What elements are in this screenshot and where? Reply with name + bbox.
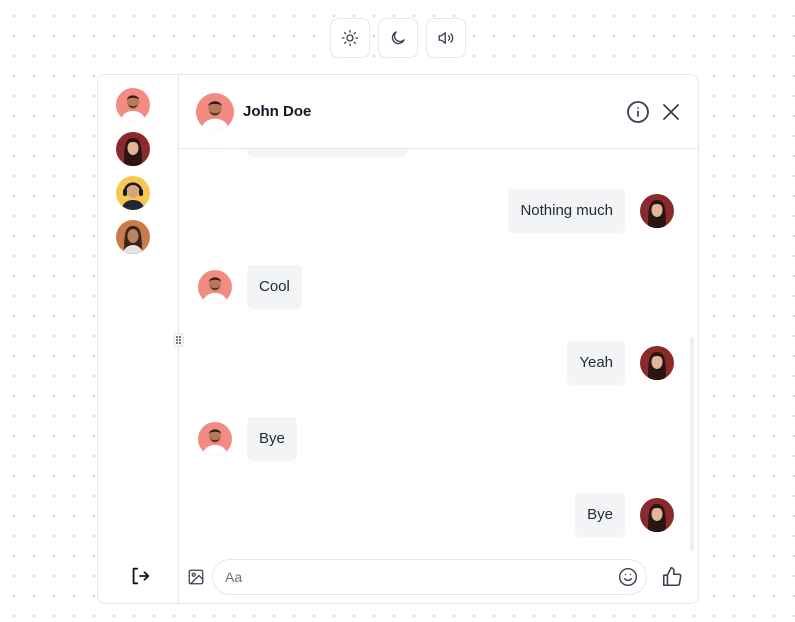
message-avatar <box>198 149 232 152</box>
moon-icon <box>391 31 405 45</box>
logout-icon <box>132 567 150 585</box>
message-input-container <box>212 559 647 595</box>
contact-avatar-4[interactable] <box>116 220 150 254</box>
like-button[interactable] <box>661 566 683 588</box>
man-avatar-icon <box>198 422 232 456</box>
top-toolbar <box>330 18 466 58</box>
dark-mode-button[interactable] <box>378 18 418 58</box>
header-avatar[interactable] <box>196 93 234 131</box>
message-bubble <box>247 149 407 157</box>
chat-header: John Doe <box>179 75 698 149</box>
woman-avatar-icon <box>640 346 674 380</box>
image-icon <box>188 569 204 585</box>
info-button[interactable] <box>626 100 650 124</box>
sun-icon <box>341 29 359 47</box>
info-icon <box>627 101 649 123</box>
headphones-avatar-icon <box>116 176 150 210</box>
woman-avatar-icon <box>640 194 674 228</box>
contacts-sidebar <box>98 75 179 603</box>
contact-name: John Doe <box>243 103 312 120</box>
message-bubble: Bye <box>247 417 297 461</box>
message-avatar <box>640 194 674 228</box>
man-avatar-icon <box>116 88 150 122</box>
message-incoming: Bye <box>198 417 297 461</box>
contact-avatar-2[interactable] <box>116 132 150 166</box>
man-avatar-icon <box>198 149 232 152</box>
message-avatar <box>198 270 232 304</box>
contact-avatar-3[interactable] <box>116 176 150 210</box>
attach-image-button[interactable] <box>187 568 205 586</box>
message-avatar <box>640 346 674 380</box>
message-bubble: Nothing much <box>508 189 625 233</box>
message-outgoing: Yeah <box>567 341 674 385</box>
sound-button[interactable] <box>426 18 466 58</box>
message-outgoing: Bye <box>575 493 674 537</box>
chat-panel: John Doe Nothing much Cool Yeah Bye Bye … <box>179 75 698 603</box>
smile-icon <box>618 567 638 587</box>
light-mode-button[interactable] <box>330 18 370 58</box>
message-bubble: Yeah <box>567 341 625 385</box>
woman-avatar-icon <box>640 498 674 532</box>
contact-avatar-john-doe[interactable] <box>116 88 150 122</box>
volume-icon <box>438 32 454 44</box>
contact-list <box>116 88 150 254</box>
message-avatar <box>198 422 232 456</box>
woman-avatar-icon <box>116 132 150 166</box>
close-button[interactable] <box>659 100 683 124</box>
message-outgoing: Nothing much <box>508 189 674 233</box>
message-incoming: Cool <box>198 265 302 309</box>
message-input[interactable] <box>225 560 605 594</box>
message-incoming <box>198 149 407 157</box>
message-avatar <box>640 498 674 532</box>
woman-smiling-avatar-icon <box>116 220 150 254</box>
thumbs-up-icon <box>662 567 682 587</box>
message-composer <box>179 553 698 603</box>
message-scrollbar[interactable] <box>690 337 694 551</box>
emoji-button[interactable] <box>618 567 638 587</box>
chat-window: John Doe Nothing much Cool Yeah Bye Bye … <box>97 74 699 604</box>
logout-button[interactable] <box>129 565 151 587</box>
message-bubble: Bye <box>575 493 625 537</box>
close-icon <box>663 104 679 120</box>
message-list: Nothing much Cool Yeah Bye Bye <box>179 149 698 553</box>
man-avatar-icon <box>196 93 234 131</box>
man-avatar-icon <box>198 270 232 304</box>
message-bubble: Cool <box>247 265 302 309</box>
